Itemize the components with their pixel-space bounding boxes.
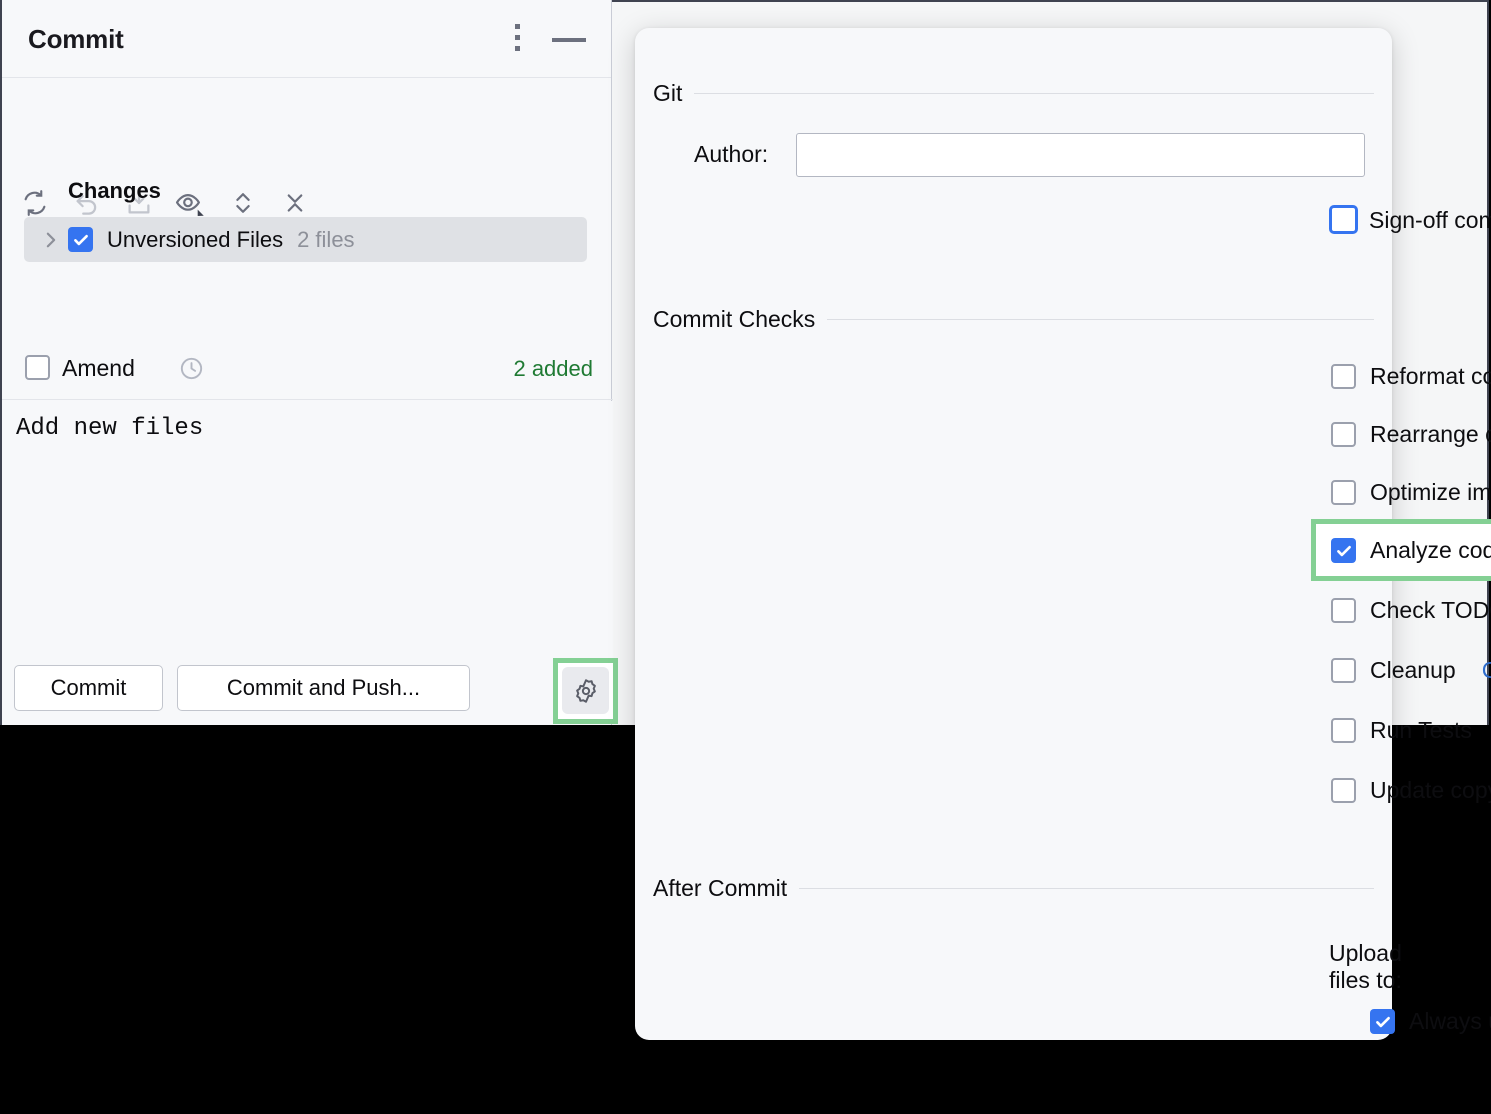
analyze-code-checkbox[interactable] (1331, 538, 1356, 563)
section-title-git: Git (653, 80, 683, 106)
always-use-server-row[interactable]: Always use selected server or group of s… (1370, 1008, 1491, 1035)
section-header-commit-checks: Commit Checks (653, 306, 1374, 333)
cleanup-checkbox[interactable] (1331, 658, 1356, 683)
analyze-code-row[interactable]: Analyze code Choose profile (1331, 537, 1491, 564)
section-divider (827, 319, 1374, 320)
commit-options-dialog: Git Author: Sign-off commit Commit Check… (635, 28, 1491, 1040)
update-copyright-checkbox[interactable] (1331, 778, 1356, 803)
upload-files-to-label: Upload files to: (1329, 940, 1402, 993)
gear-icon[interactable] (562, 667, 609, 714)
always-use-server-label: Always use selected server or group of s… (1409, 1008, 1491, 1034)
reformat-code-row[interactable]: Reformat code (1331, 363, 1491, 390)
cleanup-label: Cleanup (1370, 657, 1456, 683)
section-title-commit-checks: Commit Checks (653, 306, 816, 332)
author-field[interactable] (796, 133, 1365, 177)
run-tests-row[interactable]: Run Tests Choose configuration (1331, 717, 1491, 744)
minimize-icon[interactable] (552, 38, 586, 44)
analyze-code-label: Analyze code (1370, 537, 1491, 563)
check-todo-row[interactable]: Check TODO Configure (1331, 597, 1491, 624)
commit-toolbar (2, 78, 614, 216)
check-todo-label: Check TODO (1370, 597, 1491, 623)
sign-off-commit-checkbox[interactable] (1329, 205, 1358, 234)
more-options-icon[interactable] (505, 24, 529, 58)
section-header-after-commit: After Commit (653, 875, 1374, 902)
screen-root: Commit Changes Unversioned Files 2 files… (0, 0, 1491, 1114)
update-copyright-row[interactable]: Update copyright (1331, 777, 1491, 804)
commit-button-bar: Commit Commit and Push... (2, 660, 613, 724)
rearrange-code-row[interactable]: Rearrange code (1331, 421, 1491, 448)
section-header-git: Git (653, 80, 1374, 107)
rearrange-code-label: Rearrange code (1370, 421, 1491, 447)
commit-button[interactable]: Commit (14, 665, 163, 711)
rearrange-code-checkbox[interactable] (1331, 422, 1356, 447)
always-use-server-checkbox[interactable] (1370, 1009, 1395, 1034)
check-todo-checkbox[interactable] (1331, 598, 1356, 623)
run-tests-checkbox[interactable] (1331, 718, 1356, 743)
unversioned-files-checkbox[interactable] (68, 227, 93, 252)
section-divider (694, 93, 1374, 94)
amend-checkbox[interactable] (25, 355, 50, 380)
cleanup-choose-profile-link[interactable]: Choose profile (1482, 657, 1491, 684)
status-badge: 2 added (513, 356, 593, 381)
commit-message-text: Add new files (16, 415, 204, 442)
optimize-imports-row[interactable]: Optimize imports (1331, 479, 1491, 506)
amend-label: Amend (62, 355, 135, 381)
page-title: Commit (28, 24, 124, 54)
commit-message-input[interactable]: Add new files (2, 401, 613, 658)
optimize-imports-label: Optimize imports (1370, 479, 1491, 505)
list-item-label: Unversioned Files (107, 226, 284, 252)
reformat-code-label: Reformat code (1370, 363, 1491, 389)
chevron-right-icon[interactable] (34, 230, 68, 250)
table-row[interactable]: Unversioned Files 2 files (24, 217, 587, 262)
optimize-imports-checkbox[interactable] (1331, 480, 1356, 505)
update-copyright-label: Update copyright (1370, 777, 1491, 803)
reformat-code-checkbox[interactable] (1331, 364, 1356, 389)
commit-panel-header: Commit (2, 0, 611, 78)
commit-tool-window: Commit Changes Unversioned Files 2 files… (0, 0, 618, 725)
section-divider (799, 888, 1374, 889)
list-item-count: 2 files (297, 226, 355, 252)
author-label: Author: (694, 141, 769, 167)
sign-off-commit-row[interactable]: Sign-off commit (1369, 207, 1491, 234)
section-title-after-commit: After Commit (653, 875, 788, 901)
sign-off-commit-label: Sign-off commit (1369, 207, 1491, 233)
cleanup-row[interactable]: Cleanup Choose profile (1331, 657, 1491, 684)
commit-and-push-button[interactable]: Commit and Push... (177, 665, 470, 711)
run-tests-label: Run Tests (1370, 717, 1472, 743)
clock-icon[interactable] (178, 355, 205, 387)
changes-group-label: Changes (68, 178, 161, 203)
